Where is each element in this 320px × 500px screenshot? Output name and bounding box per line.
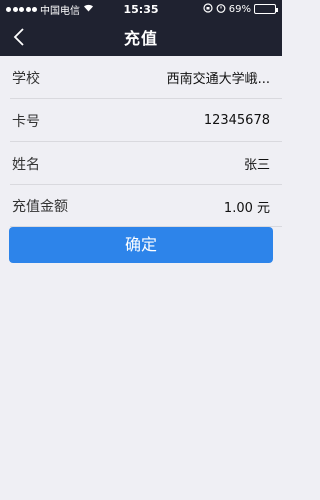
status-bar: 中国电信 15:35 69%: [0, 0, 282, 18]
school-row[interactable]: 学校 西南交通大学峨...: [0, 56, 282, 99]
clock: 15:35: [123, 2, 159, 16]
back-button[interactable]: [6, 24, 32, 50]
confirm-button[interactable]: 确定: [9, 227, 273, 263]
card-number-label: 卡号: [12, 113, 40, 130]
amount-row[interactable]: 充值金额 1.00 元: [0, 185, 282, 227]
amount-value: 1.00 元: [223, 200, 270, 216]
battery-icon: [254, 4, 278, 14]
page-title: 充值: [123, 29, 158, 48]
name-value: 张三: [243, 158, 270, 173]
recharge-form: 学校 西南交通大学峨... 卡号 12345678 姓名 张三 充值金额 1.0…: [0, 56, 282, 227]
school-label: 学校: [12, 70, 40, 87]
school-value: 西南交通大学峨...: [166, 72, 270, 87]
amount-label: 充值金额: [12, 199, 68, 215]
top-bar: 中国电信 15:35 69% 充值: [0, 0, 282, 56]
card-number-value: 12345678: [203, 113, 270, 128]
card-number-row[interactable]: 卡号 12345678: [0, 99, 282, 142]
nav-bar: 充值: [0, 18, 282, 56]
chevron-left-icon: [13, 28, 24, 46]
name-row[interactable]: 姓名 张三: [0, 142, 282, 185]
name-label: 姓名: [12, 156, 40, 173]
